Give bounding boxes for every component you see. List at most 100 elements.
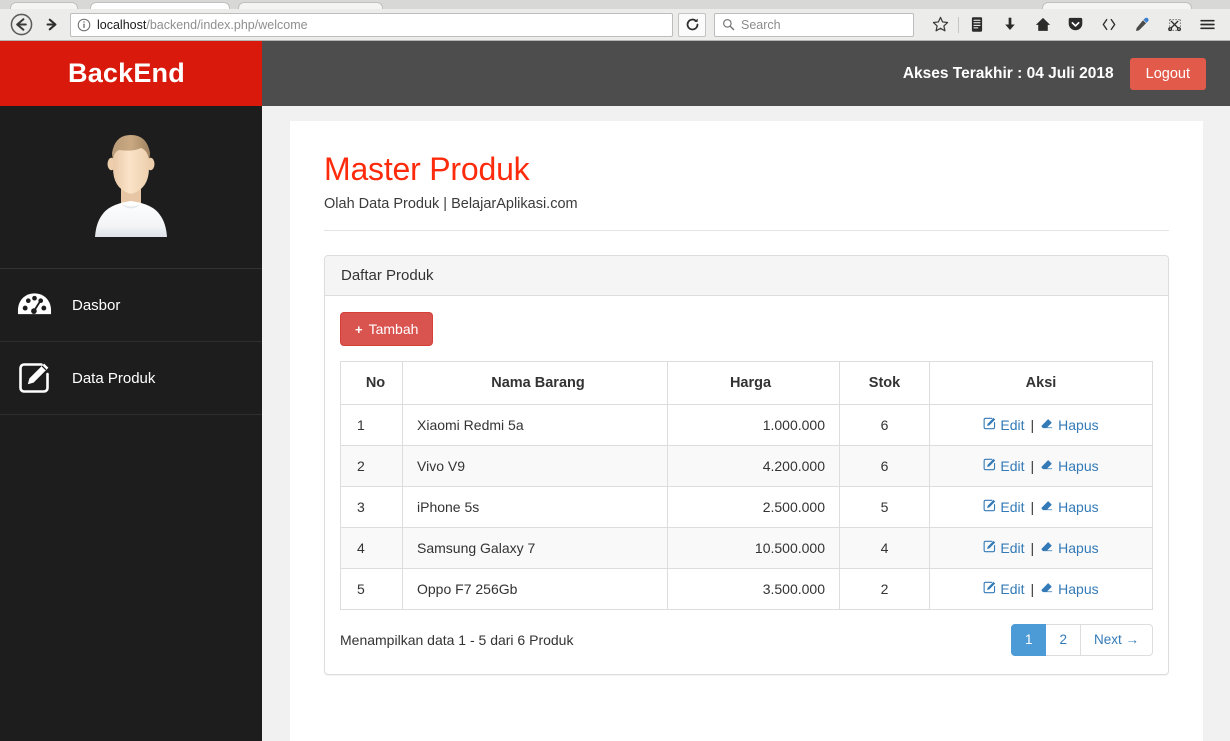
page-subtitle: Olah Data Produk | BelajarAplikasi.com (324, 196, 578, 212)
delete-link[interactable]: Hapus (1040, 458, 1099, 474)
delete-label: Hapus (1058, 581, 1099, 597)
logout-button[interactable]: Logout (1129, 57, 1206, 90)
delete-label: Hapus (1058, 417, 1099, 433)
browser-chrome: localhost/backend/index.php/welcome Sear… (0, 0, 1230, 41)
reload-icon[interactable] (678, 12, 706, 37)
produk-panel: Daftar Produk + Tambah No Nama Barang Ha… (324, 255, 1169, 676)
produk-table: No Nama Barang Harga Stok Aksi 1 Xiaomi R… (340, 361, 1153, 610)
action-separator: | (1030, 458, 1035, 474)
home-icon[interactable] (1026, 12, 1059, 38)
browser-tab[interactable] (238, 2, 383, 9)
panel-body: + Tambah No Nama Barang Harga Stok Aksi (325, 296, 1168, 674)
panel-heading: Daftar Produk (325, 256, 1168, 296)
browser-toolbar-icons (924, 12, 1224, 38)
cell-stok: 6 (839, 404, 930, 446)
page-info-icon[interactable] (71, 14, 97, 36)
table-body: 1 Xiaomi Redmi 5a 1.000.000 6 Edit | Hapus 2 Viv… (340, 404, 1153, 610)
eraser-icon (1040, 417, 1054, 433)
avatar (0, 106, 262, 269)
pocket-icon[interactable] (1059, 12, 1092, 38)
cell-nama: iPhone 5s (402, 486, 668, 528)
cell-harga: 10.500.000 (667, 527, 840, 569)
edit-label: Edit (1000, 581, 1025, 597)
last-access-label: Akses Terakhir : 04 Juli 2018 (902, 64, 1114, 82)
cell-stok: 6 (839, 445, 930, 487)
brand-logo[interactable]: BackEnd (0, 41, 262, 106)
content-area: Master Produk Olah Data Produk | Belajar… (262, 106, 1230, 741)
add-product-label: Tambah (368, 321, 419, 337)
edit-link[interactable]: Edit (983, 581, 1025, 597)
sidebar-item-dasbor[interactable]: Dasbor (0, 269, 262, 342)
downloads-icon[interactable] (993, 12, 1026, 38)
developer-code-icon[interactable] (1092, 12, 1125, 38)
delete-link[interactable]: Hapus (1040, 581, 1099, 597)
table-row: 4 Samsung Galaxy 7 10.500.000 4 Edit | Hapus (340, 527, 1153, 569)
page-link-active[interactable]: 1 (1010, 624, 1047, 657)
browser-tab[interactable] (10, 2, 78, 9)
eraser-icon (1040, 540, 1054, 556)
action-separator: | (1030, 417, 1035, 433)
browser-tab[interactable] (1042, 2, 1192, 9)
page-link[interactable]: 2 (1046, 624, 1081, 657)
cell-harga: 4.200.000 (667, 445, 840, 487)
plus-icon: + (355, 321, 363, 337)
screenshot-scissors-icon[interactable] (1158, 12, 1191, 38)
cell-no: 4 (340, 527, 403, 569)
eyedropper-icon[interactable] (1125, 12, 1158, 38)
star-bookmark-icon[interactable] (924, 12, 957, 38)
showing-info: Menampilkan data 1 - 5 dari 6 Produk (340, 632, 574, 649)
search-input[interactable]: Search (741, 14, 781, 36)
url-bar[interactable]: localhost/backend/index.php/welcome (70, 12, 673, 37)
forward-arrow-icon[interactable] (36, 12, 66, 38)
user-avatar-icon (95, 135, 167, 237)
cell-harga: 2.500.000 (667, 486, 840, 528)
dashboard-gauge-icon (14, 292, 54, 318)
pencil-square-icon (983, 581, 996, 597)
cell-harga: 3.500.000 (667, 568, 840, 610)
add-product-button[interactable]: + Tambah (340, 312, 434, 346)
browser-tab-strip[interactable] (0, 0, 1230, 9)
cell-stok: 4 (839, 527, 930, 569)
delete-label: Hapus (1058, 458, 1099, 474)
delete-link[interactable]: Hapus (1040, 499, 1099, 515)
page-link[interactable]: Next → (1080, 624, 1153, 657)
cell-nama: Oppo F7 256Gb (402, 568, 668, 610)
cell-nama: Samsung Galaxy 7 (402, 527, 668, 569)
pagination[interactable]: 1 2 Next → (1010, 624, 1153, 657)
search-bar[interactable]: Search (714, 12, 914, 37)
cell-aksi: Edit | Hapus (929, 445, 1153, 487)
browser-tab-active[interactable] (90, 2, 230, 9)
cell-no: 3 (340, 486, 403, 528)
sidebar-item-label: Dasbor (72, 296, 121, 314)
column-header-no: No (340, 361, 403, 405)
table-header: No Nama Barang Harga Stok Aksi (340, 361, 1153, 405)
eraser-icon (1040, 581, 1054, 597)
delete-link[interactable]: Hapus (1040, 540, 1099, 556)
toolbar-divider (958, 16, 959, 33)
page-title: Master Produk (324, 151, 530, 187)
edit-link[interactable]: Edit (983, 499, 1025, 515)
sidebar-item-data-produk[interactable]: Data Produk (0, 342, 262, 415)
column-header-aksi: Aksi (929, 361, 1153, 405)
pencil-square-icon (983, 540, 996, 556)
edit-link[interactable]: Edit (983, 458, 1025, 474)
search-icon (715, 14, 741, 36)
url-text: localhost/backend/index.php/welcome (97, 17, 308, 32)
edit-label: Edit (1000, 417, 1025, 433)
library-icon[interactable] (960, 12, 993, 38)
hamburger-menu-icon[interactable] (1191, 12, 1224, 38)
edit-label: Edit (1000, 540, 1025, 556)
edit-label: Edit (1000, 458, 1025, 474)
cell-harga: 1.000.000 (667, 404, 840, 446)
pencil-square-icon (14, 361, 54, 395)
edit-link[interactable]: Edit (983, 417, 1025, 433)
sidebar-item-label: Data Produk (72, 369, 156, 387)
back-arrow-icon[interactable] (6, 12, 36, 38)
content-card: Master Produk Olah Data Produk | Belajar… (290, 121, 1203, 741)
eraser-icon (1040, 499, 1054, 515)
cell-aksi: Edit | Hapus (929, 568, 1153, 610)
cell-no: 2 (340, 445, 403, 487)
edit-link[interactable]: Edit (983, 540, 1025, 556)
app-header: BackEnd Akses Terakhir : 04 Juli 2018 Lo… (0, 41, 1230, 106)
delete-link[interactable]: Hapus (1040, 417, 1099, 433)
